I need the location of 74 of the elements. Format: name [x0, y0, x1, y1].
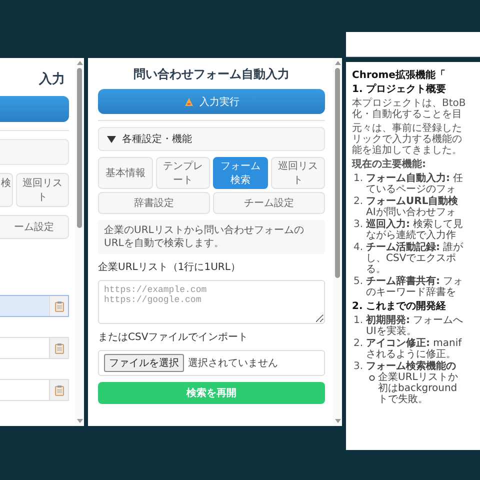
list-item-line: AIが問い合わせフォ [366, 207, 456, 218]
tab[interactable]: チーム設定 [213, 192, 325, 214]
list-item-line: チーム辞書共有: フォ [366, 276, 464, 287]
list-item-line: フォーム検索機能の [366, 361, 456, 372]
section-heading: 2. これまでの開発経 [352, 301, 448, 312]
choose-file-button[interactable]: ファイルを選択 [104, 354, 184, 372]
scrollbar[interactable] [333, 58, 342, 426]
clipboard-icon [54, 342, 64, 354]
list-item-line: ながら連続で入力作 [366, 230, 456, 241]
list-item-line: 初はbackground [378, 383, 458, 394]
clipboard-icon [54, 300, 64, 312]
panel-title: 入力 [38, 70, 66, 88]
tab[interactable]: 巡回リスト [270, 157, 325, 189]
list-item-line: のキーワード辞書を [366, 287, 456, 298]
paste-button[interactable] [49, 296, 68, 316]
bullet-icon [369, 375, 375, 381]
input-field[interactable] [0, 379, 69, 401]
url-textarea[interactable]: https://example.com https://google.com [98, 280, 325, 324]
section-header[interactable]: 各種設定・機能 [98, 127, 325, 151]
paragraph-line: リックで入力する機能の [352, 134, 462, 145]
input-field[interactable] [0, 337, 69, 359]
list-item-line: トで失敗。 [378, 394, 428, 405]
field-label: またはCSVファイルでインポート [98, 331, 250, 344]
run-button[interactable]: 入力実行 [98, 89, 325, 114]
list-number: 5. [352, 276, 363, 289]
list-number: 1. [352, 315, 363, 328]
paragraph-line: 本プロジェクトは、BtoB [352, 98, 466, 109]
tab[interactable]: 基本情報 [98, 157, 152, 189]
list-item-line: UIを実装。 [366, 326, 416, 337]
scroll-up-icon[interactable] [76, 60, 84, 66]
list-number: 1. [352, 173, 363, 186]
tab[interactable]: フォーム検索 [213, 157, 268, 189]
list-item-line: ているページのフォ [366, 184, 456, 195]
list-item-line: チーム活動記録: 誰が [366, 242, 464, 253]
tab[interactable]: 検 [0, 173, 13, 207]
tab[interactable]: テンプレート [156, 157, 210, 189]
list-item-line: 企業URLリストか [378, 372, 458, 383]
scroll-down-icon[interactable] [76, 418, 84, 424]
paragraph-line: 化・自動化することを目 [352, 109, 462, 120]
input-field[interactable] [0, 295, 69, 317]
panel-title: 問い合わせフォーム自動入力 [132, 66, 290, 83]
list-item-line: る。 [366, 264, 386, 275]
scrollbar[interactable] [75, 58, 84, 426]
paragraph-line: 元々は、事前に登録した [352, 123, 462, 134]
list-number: 2. [352, 338, 363, 351]
list-number: 3. [352, 219, 363, 232]
list-item-line: 巡回入力: 検索して見 [366, 219, 464, 230]
tab[interactable]: ーム設定 [0, 215, 69, 239]
tab[interactable]: 巡回リスト [16, 173, 69, 207]
scroll-down-icon[interactable] [334, 418, 342, 424]
list-item-line: し、CSVでエクスポ [366, 253, 456, 264]
paste-button[interactable] [49, 338, 68, 358]
scroll-up-icon[interactable] [334, 60, 342, 66]
list-item-line: されるように修正。 [366, 349, 456, 360]
clipboard-icon [54, 384, 64, 396]
list-number: 3. [352, 361, 363, 374]
document-title: Chrome拡張機能「 [352, 70, 446, 81]
paste-button[interactable] [49, 380, 68, 400]
section-heading: 1. プロジェクト概要 [352, 84, 448, 95]
file-input[interactable]: ファイルを選択 選択されていません [98, 350, 325, 376]
list-item-line: フォーム自動入力: 任 [366, 173, 464, 184]
list-item-line: アイコン修正: manif [366, 338, 462, 349]
paragraph-line: 能を追加してきました。 [352, 145, 462, 156]
list-item-line: フォームURL自動検 [366, 196, 458, 207]
field-label: 企業URLリスト（1行に1URL） [98, 260, 242, 274]
list-number: 4. [352, 242, 363, 255]
file-status: 選択されていません [188, 357, 278, 370]
info-text: 企業のURLリストから問い合わせフォームのURLを自動で検索します。 [98, 220, 325, 254]
list-number: 2. [352, 196, 363, 209]
paragraph-line: 現在の主要機能: [352, 159, 426, 170]
triangle-down-icon [107, 134, 116, 144]
tab[interactable]: 辞書設定 [98, 192, 210, 214]
list-item-line: 初期開発: フォームへ [366, 315, 464, 326]
run-button[interactable] [0, 96, 69, 122]
